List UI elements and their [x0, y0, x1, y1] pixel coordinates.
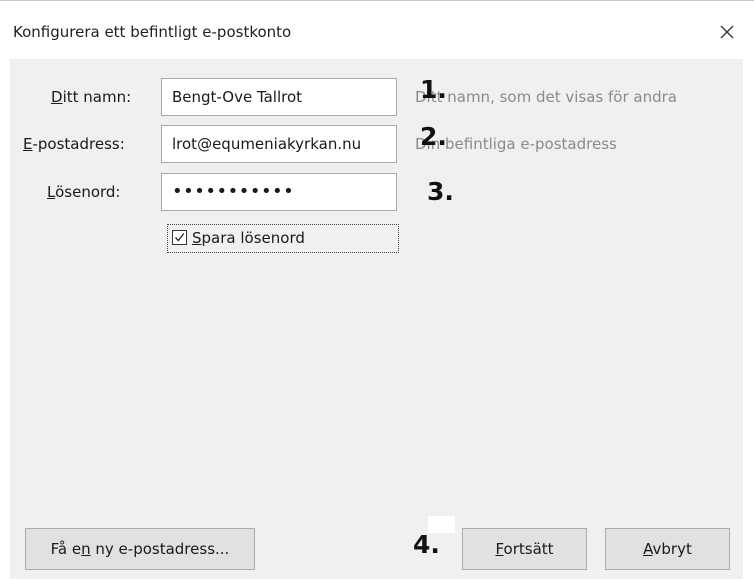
name-input[interactable]: Bengt-Ove Tallrot [161, 78, 397, 116]
new-email-address-button[interactable]: Få en ny e-postadress... [25, 528, 255, 570]
checkbox-checked-icon[interactable] [172, 230, 187, 245]
remember-password-label: Spara lösenord [192, 229, 305, 247]
password-label: Lösenord: [47, 183, 121, 201]
close-icon[interactable] [710, 15, 744, 49]
remember-password-checkbox[interactable]: Spara lösenord [167, 224, 399, 253]
marker-3: 3. [427, 177, 454, 206]
email-label: E-postadress: [23, 135, 125, 153]
marker-4: 4. [413, 530, 440, 559]
email-input[interactable]: lrot@equmeniakyrkan.nu [161, 125, 397, 163]
dialog-title: Konfigurera ett befintligt e-postkonto [13, 23, 292, 41]
dialog-titlebar: Konfigurera ett befintligt e-postkonto [0, 1, 754, 59]
name-label: Ditt namn: [51, 88, 132, 106]
marker-1: 1. [420, 75, 447, 104]
password-input[interactable]: ••••••••••• [161, 173, 397, 211]
continue-button[interactable]: Fortsätt [462, 528, 587, 570]
name-hint: Ditt namn, som det visas för andra [415, 88, 677, 106]
marker-2: 2. [420, 122, 447, 151]
cancel-button[interactable]: Avbryt [605, 528, 730, 570]
